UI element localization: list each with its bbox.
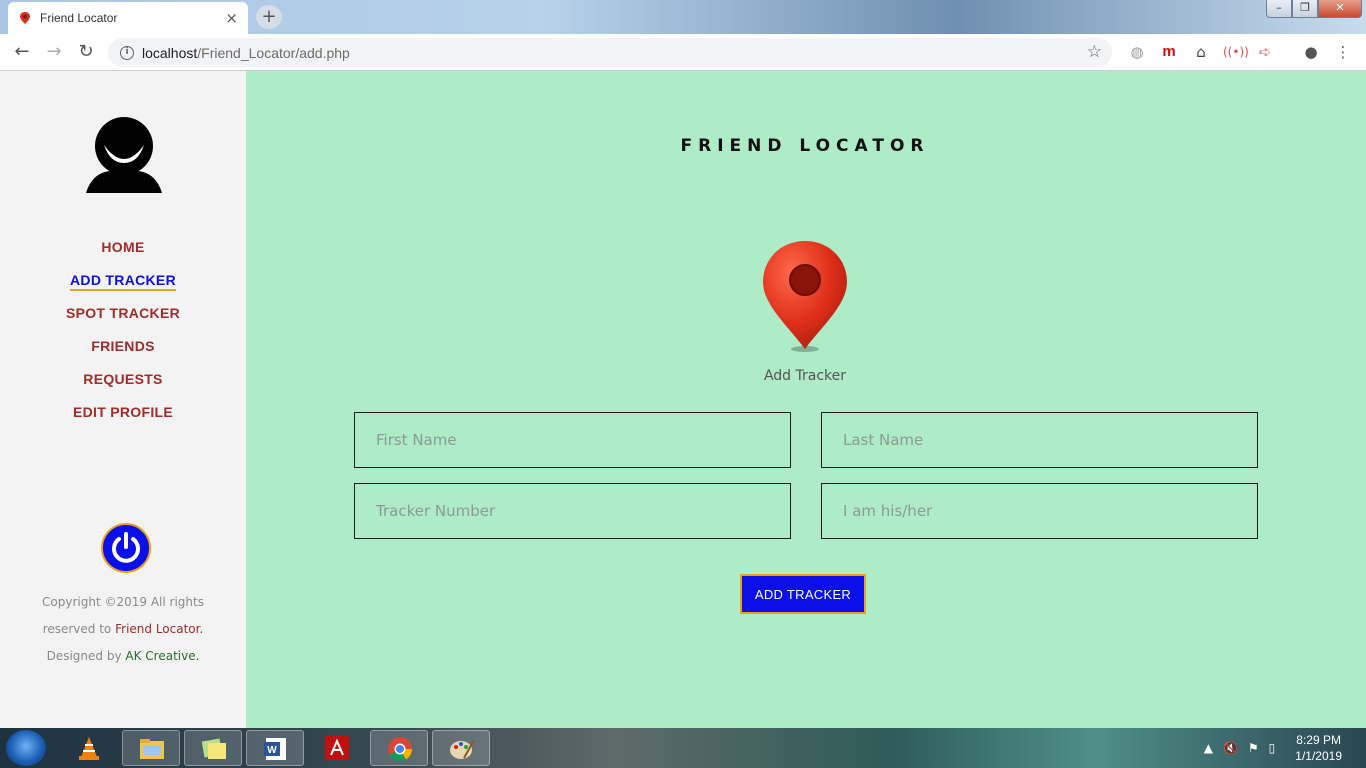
maximize-button[interactable]: ❐ bbox=[1292, 0, 1318, 18]
folder-icon bbox=[140, 739, 164, 759]
window-controls: – ❐ ✕ bbox=[1266, 0, 1362, 18]
close-window-button[interactable]: ✕ bbox=[1318, 0, 1362, 18]
add-tracker-caption: Add Tracker bbox=[763, 368, 847, 384]
last-name-input[interactable] bbox=[821, 412, 1258, 468]
sidebar: HOME ADD TRACKER SPOT TRACKER FRIENDS RE… bbox=[0, 71, 246, 728]
browser-tabstrip: Friend Locator × + – ❐ ✕ bbox=[0, 0, 1366, 34]
taskbar-word[interactable]: W bbox=[246, 730, 304, 766]
bookmark-star-icon[interactable]: ☆ bbox=[1087, 42, 1102, 62]
nav-item-edit-profile[interactable]: EDIT PROFILE bbox=[0, 402, 246, 435]
first-name-input[interactable] bbox=[354, 412, 791, 468]
power-plug-icon[interactable]: ▯ bbox=[1269, 741, 1276, 755]
site-title: FRIEND LOCATOR bbox=[680, 136, 930, 156]
taskbar-sticky-notes[interactable] bbox=[184, 730, 242, 766]
vlc-cone-icon bbox=[79, 737, 99, 760]
site-info-icon[interactable]: i bbox=[120, 45, 134, 60]
nav-item-spot-tracker[interactable]: SPOT TRACKER bbox=[0, 303, 246, 336]
volume-muted-icon[interactable]: 🔇 bbox=[1223, 741, 1238, 755]
browser-toolbar: ← → ↻ i localhost/Friend_Locator/add.php… bbox=[0, 34, 1366, 71]
system-clock[interactable]: 8:29 PM 1/1/2019 bbox=[1295, 732, 1342, 764]
clock-date: 1/1/2019 bbox=[1295, 749, 1342, 763]
acrobat-icon bbox=[325, 736, 349, 760]
taskbar-chrome[interactable] bbox=[370, 730, 428, 766]
menu-kebab-icon[interactable]: ⋮ bbox=[1333, 42, 1353, 62]
user-avatar-icon bbox=[86, 117, 162, 193]
clock-time: 8:29 PM bbox=[1296, 733, 1341, 747]
paint-palette-icon bbox=[450, 739, 475, 759]
taskbar-acrobat[interactable] bbox=[308, 730, 366, 766]
profile-avatar-icon[interactable]: ● bbox=[1301, 42, 1321, 62]
reload-icon[interactable]: ↻ bbox=[74, 40, 98, 64]
main-content: FRIEND LOCATOR Add Tracker ADD TRACKER bbox=[246, 71, 1366, 728]
forward-arrow-icon[interactable]: → bbox=[42, 40, 66, 64]
taskbar-file-explorer[interactable] bbox=[122, 730, 180, 766]
power-icon bbox=[112, 532, 140, 563]
back-arrow-icon[interactable]: ← bbox=[10, 40, 34, 64]
cast-extension-icon[interactable]: ((•)) bbox=[1223, 42, 1249, 62]
tab-close-icon[interactable]: × bbox=[225, 9, 238, 27]
action-center-flag-icon[interactable]: ⚑ bbox=[1248, 741, 1259, 755]
map-pin-icon bbox=[763, 241, 847, 352]
nav-item-add-tracker[interactable]: ADD TRACKER bbox=[0, 270, 246, 303]
system-tray: ▲ 🔇 ⚑ ▯ 8:29 PM 1/1/2019 bbox=[1204, 728, 1366, 768]
sidebar-footer: Copyright ©2019 All rights reserved to F… bbox=[30, 589, 216, 670]
minimize-button[interactable]: – bbox=[1266, 0, 1292, 18]
word-icon: W bbox=[264, 738, 286, 760]
globe-extension-icon[interactable]: ◍ bbox=[1127, 42, 1147, 62]
start-button-icon[interactable] bbox=[6, 730, 46, 766]
new-tab-button[interactable]: + bbox=[256, 5, 282, 29]
sticky-notes-icon bbox=[201, 738, 226, 759]
sidebar-nav: HOME ADD TRACKER SPOT TRACKER FRIENDS RE… bbox=[0, 237, 246, 435]
taskbar-vlc[interactable] bbox=[60, 730, 118, 766]
brand-link[interactable]: Friend Locator. bbox=[115, 622, 203, 636]
taskbar-paint[interactable] bbox=[432, 730, 490, 766]
tray-expand-icon[interactable]: ▲ bbox=[1204, 741, 1213, 755]
web-page: HOME ADD TRACKER SPOT TRACKER FRIENDS RE… bbox=[0, 71, 1366, 728]
home-icon[interactable]: ⌂ bbox=[1191, 42, 1211, 62]
url-path: /Friend_Locator/add.php bbox=[197, 44, 350, 61]
media-extension-icon[interactable]: ➪ bbox=[1255, 42, 1275, 62]
designed-by-text: Designed by bbox=[46, 649, 122, 663]
nav-item-requests[interactable]: REQUESTS bbox=[0, 369, 246, 402]
nav-item-home[interactable]: HOME bbox=[0, 237, 246, 270]
designer-link[interactable]: AK Creative. bbox=[125, 649, 199, 663]
map-pin-favicon-icon bbox=[20, 12, 30, 24]
relation-input[interactable] bbox=[821, 483, 1258, 539]
nav-item-friends[interactable]: FRIENDS bbox=[0, 336, 246, 369]
tab-title: Friend Locator bbox=[40, 11, 118, 25]
windows-taskbar: W ▲ 🔇 ⚑ ▯ 8:29 PM 1/1/2019 bbox=[0, 728, 1366, 768]
logout-power-button[interactable] bbox=[101, 523, 151, 573]
add-tracker-button[interactable]: ADD TRACKER bbox=[740, 574, 866, 614]
tracker-number-input[interactable] bbox=[354, 483, 791, 539]
chrome-icon bbox=[388, 737, 412, 762]
svg-text:W: W bbox=[267, 745, 277, 756]
url-host: localhost bbox=[142, 44, 198, 61]
browser-tab[interactable]: Friend Locator × bbox=[8, 2, 248, 34]
m-extension-icon[interactable]: m bbox=[1159, 42, 1179, 62]
address-bar[interactable]: i localhost/Friend_Locator/add.php ☆ bbox=[108, 38, 1112, 67]
